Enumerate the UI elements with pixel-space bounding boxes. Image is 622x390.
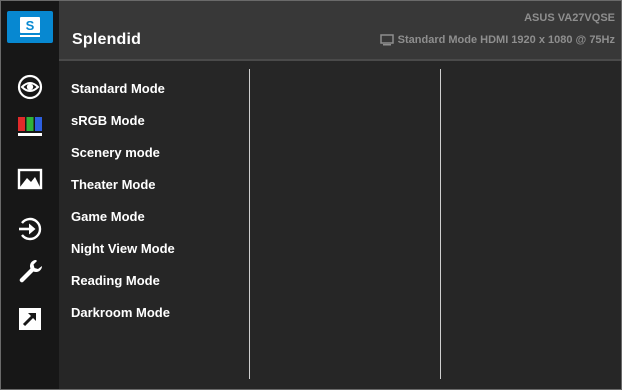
menu-item-night-view-mode[interactable]: Night View Mode (71, 241, 175, 256)
input-select-tab[interactable] (7, 213, 53, 245)
menu-item-darkroom-mode[interactable]: Darkroom Mode (71, 305, 170, 320)
system-setup-tab[interactable] (7, 255, 53, 287)
menu-item-srgb-mode[interactable]: sRGB Mode (71, 113, 145, 128)
menu-item-reading-mode[interactable]: Reading Mode (71, 273, 160, 288)
model-name: ASUS VA27VQSE (524, 12, 615, 24)
svg-text:S: S (26, 18, 35, 33)
menu-item-game-mode[interactable]: Game Mode (71, 209, 145, 224)
wrench-icon (19, 259, 43, 283)
splendid-tab[interactable]: S (7, 11, 53, 43)
menu-item-theater-mode[interactable]: Theater Mode (71, 177, 156, 192)
shortcut-icon (19, 308, 41, 330)
color-icon (18, 117, 42, 136)
column-divider-2 (440, 69, 441, 379)
splendid-icon: S (20, 17, 40, 37)
osd-menu: S Splendid ASUS VA27VQSE Standard Mode H… (0, 0, 622, 390)
color-tab[interactable] (7, 110, 53, 142)
menu-panel: Standard Mode sRGB Mode Scenery mode The… (59, 61, 621, 389)
page-title: Splendid (72, 31, 142, 48)
menu-item-standard-mode[interactable]: Standard Mode (71, 81, 165, 96)
menu-item-scenery-mode[interactable]: Scenery mode (71, 145, 160, 160)
monitor-icon (379, 34, 394, 46)
status-line: Standard Mode HDMI 1920 x 1080 @ 75Hz (379, 34, 615, 46)
column-divider-1 (249, 69, 250, 379)
eye-care-tab[interactable] (7, 71, 53, 103)
image-tab[interactable] (7, 163, 53, 195)
status-text: Standard Mode HDMI 1920 x 1080 @ 75Hz (397, 34, 615, 46)
shortcut-tab[interactable] (7, 303, 53, 335)
eye-care-icon (17, 74, 43, 100)
sidebar: S (1, 1, 59, 389)
input-select-icon (19, 217, 42, 241)
image-icon (17, 168, 43, 190)
